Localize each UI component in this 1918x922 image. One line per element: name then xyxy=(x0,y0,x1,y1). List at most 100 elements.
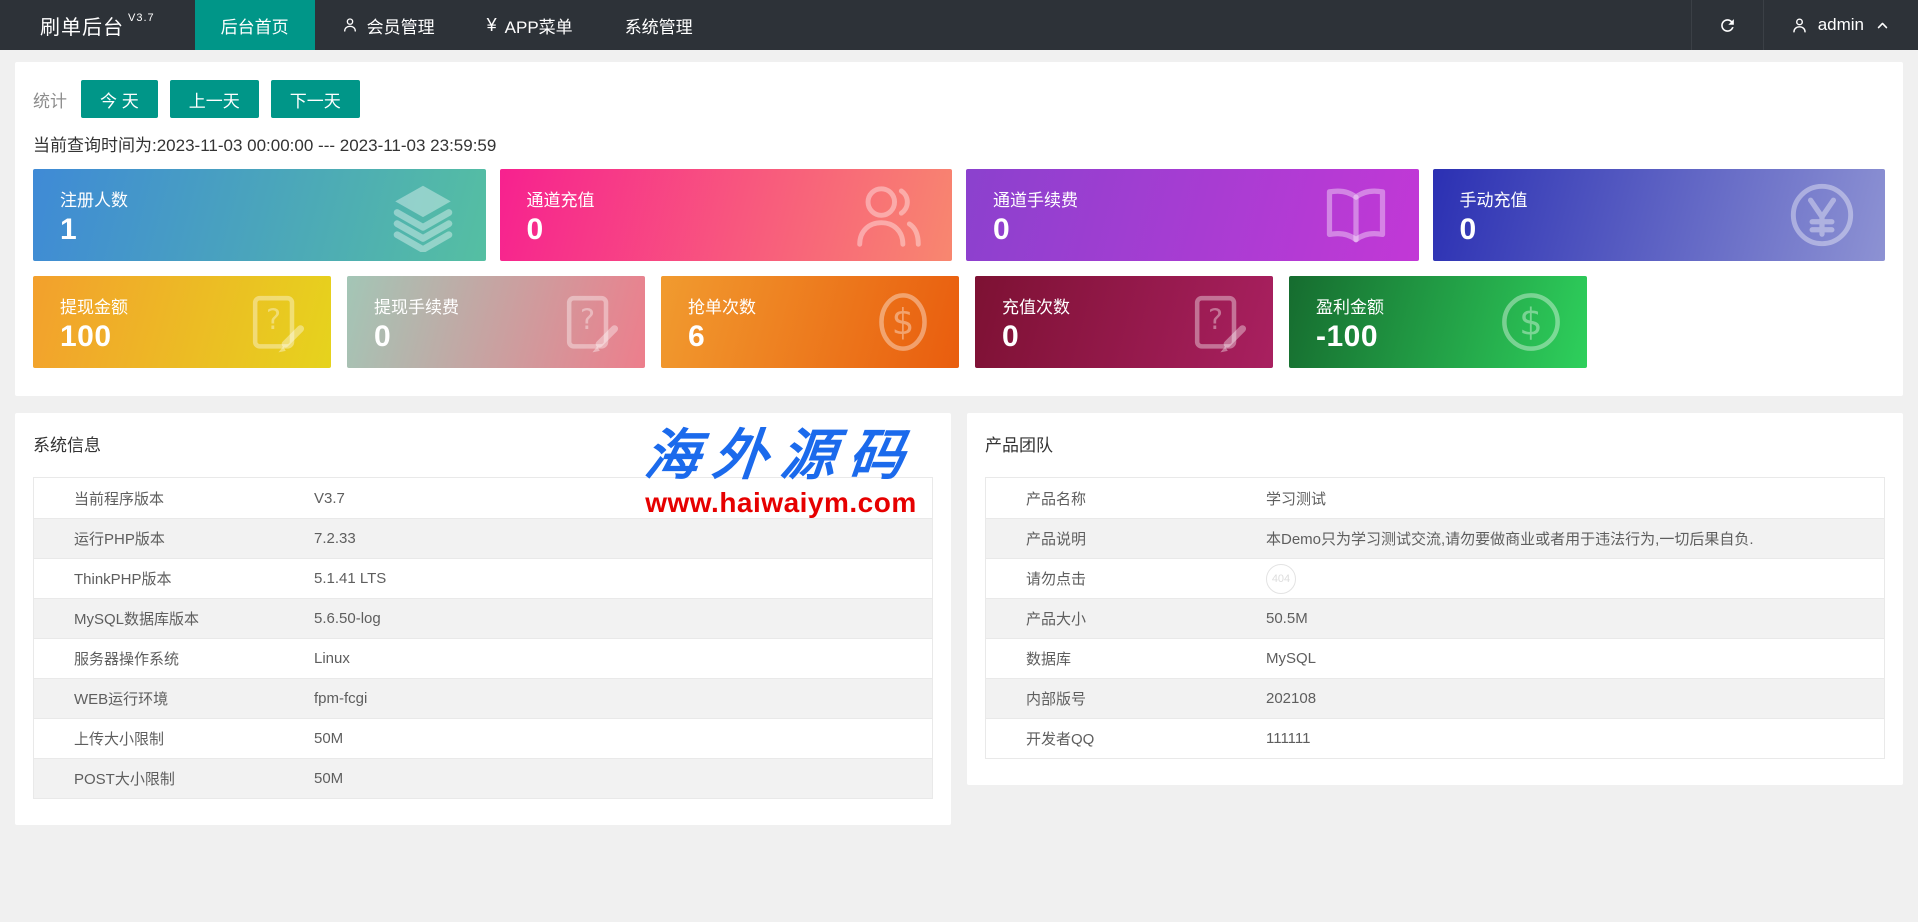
svg-text:?: ? xyxy=(1208,303,1223,336)
row-value: 本Demo只为学习测试交流,请勿要做商业或者用于违法行为,一切后果自负. xyxy=(1266,528,1884,549)
row-value: 50.5M xyxy=(1266,610,1884,627)
nav-item-label: APP菜单 xyxy=(505,13,573,38)
stat-card-channel-fee: 通道手续费 0 xyxy=(966,169,1419,261)
user-icon xyxy=(341,16,359,34)
yen-icon: ¥ xyxy=(487,15,497,36)
user-icon xyxy=(1790,16,1809,35)
row-value: 5.6.50-log xyxy=(314,610,932,627)
refresh-button[interactable] xyxy=(1691,0,1763,50)
table-row: MySQL数据库版本 5.6.50-log xyxy=(34,598,932,638)
table-row: ThinkPHP版本 5.1.41 LTS xyxy=(34,558,932,598)
refresh-icon xyxy=(1718,16,1737,35)
row-label: POST大小限制 xyxy=(34,768,314,789)
nav-item-home[interactable]: 后台首页 xyxy=(195,0,315,50)
stat-card-withdraw-amount: 提现金额 100 ? xyxy=(33,276,331,368)
svg-text:$: $ xyxy=(1519,300,1542,343)
table-row: 内部版号 202108 xyxy=(986,678,1884,718)
navbar-right: admin xyxy=(1691,0,1918,50)
table-row: WEB运行环境 fpm-fcgi xyxy=(34,678,932,718)
row-label: 当前程序版本 xyxy=(34,488,314,509)
row-label: 运行PHP版本 xyxy=(34,528,314,549)
dollar-oval-icon: $ xyxy=(869,288,937,356)
table-row: 产品说明 本Demo只为学习测试交流,请勿要做商业或者用于违法行为,一切后果自负… xyxy=(986,518,1884,558)
row-label: 服务器操作系统 xyxy=(34,648,314,669)
chevron-up-icon xyxy=(1873,16,1892,35)
row-label: MySQL数据库版本 xyxy=(34,608,314,629)
stat-card-profit-amount: 盈利金额 -100 $ xyxy=(1289,276,1587,368)
row-label: ThinkPHP版本 xyxy=(34,568,314,589)
book-icon xyxy=(1319,178,1393,252)
yen-circle-icon xyxy=(1785,178,1859,252)
nav-item-label: 系统管理 xyxy=(625,13,693,38)
brand-version: V3.7 xyxy=(128,12,155,24)
svg-text:?: ? xyxy=(580,303,595,336)
nav-item-system[interactable]: 系统管理 xyxy=(599,0,719,50)
stats-panel: 统计 今 天 上一天 下一天 当前查询时间为:2023-11-03 00:00:… xyxy=(15,62,1903,396)
row-label: 内部版号 xyxy=(986,688,1266,709)
dollar-circle-icon: $ xyxy=(1497,288,1565,356)
main-menu: 后台首页 会员管理 ¥ APP菜单 系统管理 xyxy=(195,0,719,50)
stat-card-recharge-count: 充值次数 0 ? xyxy=(975,276,1273,368)
stat-cards-row-1: 注册人数 1 通道充值 0 通道 xyxy=(33,169,1885,261)
product-team-panel: 产品团队 产品名称 学习测试 产品说明 本Demo只为学习测试交流,请勿要做商业… xyxy=(967,413,1903,785)
table-row: 产品大小 50.5M xyxy=(986,598,1884,638)
row-value: 5.1.41 LTS xyxy=(314,570,932,587)
row-value: 学习测试 xyxy=(1266,488,1884,509)
row-value: 7.2.33 xyxy=(314,530,932,547)
nav-item-label: 后台首页 xyxy=(221,13,289,38)
stat-card-grab-orders: 抢单次数 6 $ xyxy=(661,276,959,368)
doc-question-icon: ? xyxy=(555,288,623,356)
product-team-title: 产品团队 xyxy=(985,431,1885,456)
row-label: 数据库 xyxy=(986,648,1266,669)
row-value: 50M xyxy=(314,730,932,747)
row-label: 产品大小 xyxy=(986,608,1266,629)
row-value: fpm-fcgi xyxy=(314,690,932,707)
row-value: V3.7 xyxy=(314,490,932,507)
row-label: 上传大小限制 xyxy=(34,728,314,749)
today-button[interactable]: 今 天 xyxy=(81,80,158,118)
row-value: 202108 xyxy=(1266,690,1884,707)
table-row: 运行PHP版本 7.2.33 xyxy=(34,518,932,558)
table-row: 上传大小限制 50M xyxy=(34,718,932,758)
stat-card-manual-recharge: 手动充值 0 xyxy=(1433,169,1886,261)
stat-cards-row-2: 提现金额 100 ? 提现手续费 0 ? xyxy=(33,276,1885,368)
users-icon xyxy=(852,178,926,252)
row-label: 产品说明 xyxy=(986,528,1266,549)
brand-title: 刷单后台 xyxy=(40,11,124,40)
row-label: 请勿点击 xyxy=(986,568,1266,589)
nav-item-label: 会员管理 xyxy=(367,13,435,38)
next-day-button[interactable]: 下一天 xyxy=(271,80,360,118)
table-row: 开发者QQ 111111 xyxy=(986,718,1884,758)
svg-text:$: $ xyxy=(892,302,915,343)
prev-day-button[interactable]: 上一天 xyxy=(170,80,259,118)
table-row: 当前程序版本 V3.7 xyxy=(34,478,932,518)
stat-card-registered-users: 注册人数 1 xyxy=(33,169,486,261)
doc-question-icon: ? xyxy=(1183,288,1251,356)
row-value: MySQL xyxy=(1266,650,1884,667)
user-dropdown[interactable]: admin xyxy=(1763,0,1918,50)
query-time-text: 当前查询时间为:2023-11-03 00:00:00 --- 2023-11-… xyxy=(33,131,1885,156)
stat-card-channel-recharge: 通道充值 0 xyxy=(500,169,953,261)
nav-item-members[interactable]: 会员管理 xyxy=(315,0,461,50)
top-navbar: 刷单后台 V3.7 后台首页 会员管理 ¥ APP菜单 系统管理 xyxy=(0,0,1918,50)
table-row: 请勿点击 404 xyxy=(986,558,1884,598)
table-row: 服务器操作系统 Linux xyxy=(34,638,932,678)
row-value: Linux xyxy=(314,650,932,667)
table-row: POST大小限制 50M xyxy=(34,758,932,798)
bottom-panels: 系统信息 当前程序版本 V3.7 运行PHP版本 7.2.33 ThinkPHP… xyxy=(15,413,1903,825)
layers-icon xyxy=(386,178,460,252)
username: admin xyxy=(1818,15,1864,35)
row-value: 50M xyxy=(314,770,932,787)
table-row: 产品名称 学习测试 xyxy=(986,478,1884,518)
do-not-click-badge[interactable]: 404 xyxy=(1266,564,1296,594)
app-brand: 刷单后台 V3.7 xyxy=(0,0,167,50)
svg-text:?: ? xyxy=(266,303,281,336)
system-info-title: 系统信息 xyxy=(33,431,933,456)
table-row: 数据库 MySQL xyxy=(986,638,1884,678)
main-content: 统计 今 天 上一天 下一天 当前查询时间为:2023-11-03 00:00:… xyxy=(0,50,1918,837)
stats-header: 统计 今 天 上一天 下一天 xyxy=(33,80,1885,118)
row-label: WEB运行环境 xyxy=(34,688,314,709)
system-info-panel: 系统信息 当前程序版本 V3.7 运行PHP版本 7.2.33 ThinkPHP… xyxy=(15,413,951,825)
nav-item-app-menu[interactable]: ¥ APP菜单 xyxy=(461,0,599,50)
row-label: 开发者QQ xyxy=(986,728,1266,749)
